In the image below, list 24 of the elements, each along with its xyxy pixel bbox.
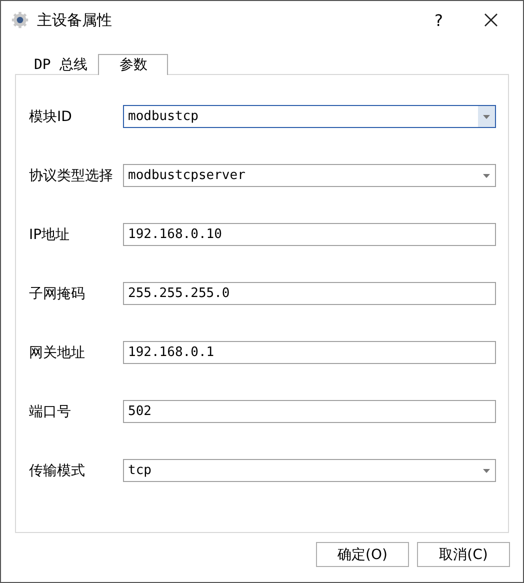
gear-icon [11, 11, 29, 29]
field-label: 网关地址 [29, 344, 86, 362]
window-title: 主设备属性 [37, 10, 113, 30]
field-label: 端口号 [29, 402, 72, 420]
dropdown-field[interactable]: modbustcp [123, 105, 496, 128]
caret-icon [483, 468, 490, 472]
dialog-button[interactable]: 确定(O) [316, 542, 409, 567]
field-label: 模块ID [29, 108, 73, 126]
input-field[interactable]: 502 [123, 400, 496, 423]
input-field[interactable]: 192.168.0.1 [123, 341, 496, 364]
input-field[interactable]: 255.255.255.0 [123, 282, 496, 305]
tab[interactable]: 参数 [98, 54, 168, 75]
field-label: IP地址 [29, 226, 71, 244]
field-label: 协议类型选择 [29, 166, 114, 184]
close-icon[interactable] [483, 12, 499, 28]
dialog-button[interactable]: 取消(C) [417, 542, 510, 567]
field-label: 传输模式 [29, 462, 86, 480]
caret-icon [483, 114, 490, 118]
caret-icon [483, 174, 490, 178]
field-label: 子网掩码 [29, 284, 86, 302]
input-field[interactable]: 192.168.0.10 [123, 223, 496, 246]
dropdown-field[interactable]: tcp [123, 459, 496, 482]
dropdown-field[interactable]: modbustcpserver [123, 164, 496, 187]
help-button[interactable]: ? [434, 10, 443, 30]
